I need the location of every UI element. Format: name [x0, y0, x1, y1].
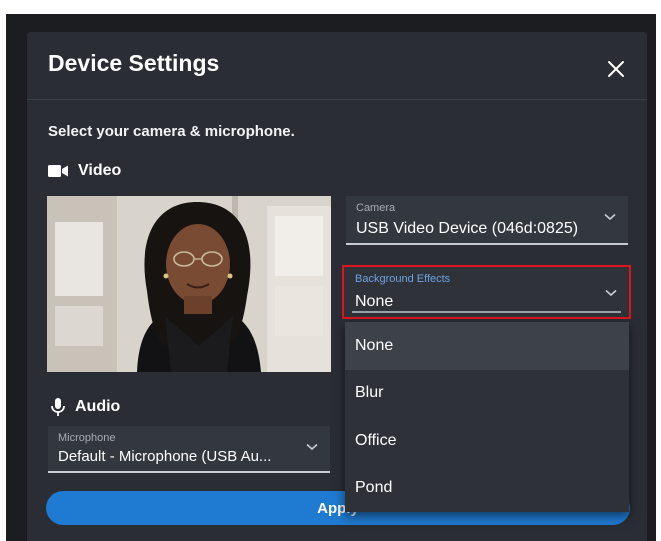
- dropdown-option-pond[interactable]: Pond: [345, 465, 629, 513]
- camera-select-value: USB Video Device (046d:0825): [356, 220, 579, 237]
- header-divider: [27, 99, 647, 100]
- dialog-title: Device Settings: [48, 50, 220, 76]
- background-effects-label: Background Effects: [355, 273, 451, 285]
- close-icon: [608, 61, 624, 77]
- dialog-subtitle: Select your camera & microphone.: [48, 123, 295, 140]
- chevron-down-icon: [605, 289, 617, 297]
- microphone-select[interactable]: Microphone Default - Microphone (USB Au.…: [48, 426, 330, 473]
- microphone-icon: [51, 398, 65, 416]
- camera-preview-image: [47, 196, 331, 372]
- background-effects-dropdown: None Blur Office Pond: [345, 322, 629, 512]
- microphone-select-label: Microphone: [58, 432, 116, 444]
- video-heading-label: Video: [78, 162, 122, 179]
- camera-select-label: Camera: [356, 202, 396, 214]
- close-button[interactable]: [603, 56, 629, 82]
- video-section-heading: Video: [48, 162, 121, 180]
- background-effects-value: None: [355, 293, 394, 310]
- camera-preview: [47, 196, 331, 372]
- microphone-select-value: Default - Microphone (USB Au...: [58, 448, 272, 465]
- video-camera-icon: [48, 165, 68, 177]
- chevron-down-icon: [604, 213, 616, 221]
- camera-select[interactable]: Camera USB Video Device (046d:0825): [346, 196, 628, 245]
- audio-heading-label: Audio: [75, 398, 121, 415]
- dropdown-option-office[interactable]: Office: [345, 417, 629, 465]
- dropdown-option-none[interactable]: None: [345, 322, 629, 370]
- background-effects-select[interactable]: Background Effects None: [342, 265, 631, 319]
- background-effects-underline: [352, 311, 621, 313]
- dropdown-option-blur[interactable]: Blur: [345, 370, 629, 418]
- chevron-down-icon: [306, 443, 318, 451]
- audio-section-heading: Audio: [51, 398, 120, 416]
- device-settings-dialog: Device Settings Select your camera & mic…: [27, 32, 647, 541]
